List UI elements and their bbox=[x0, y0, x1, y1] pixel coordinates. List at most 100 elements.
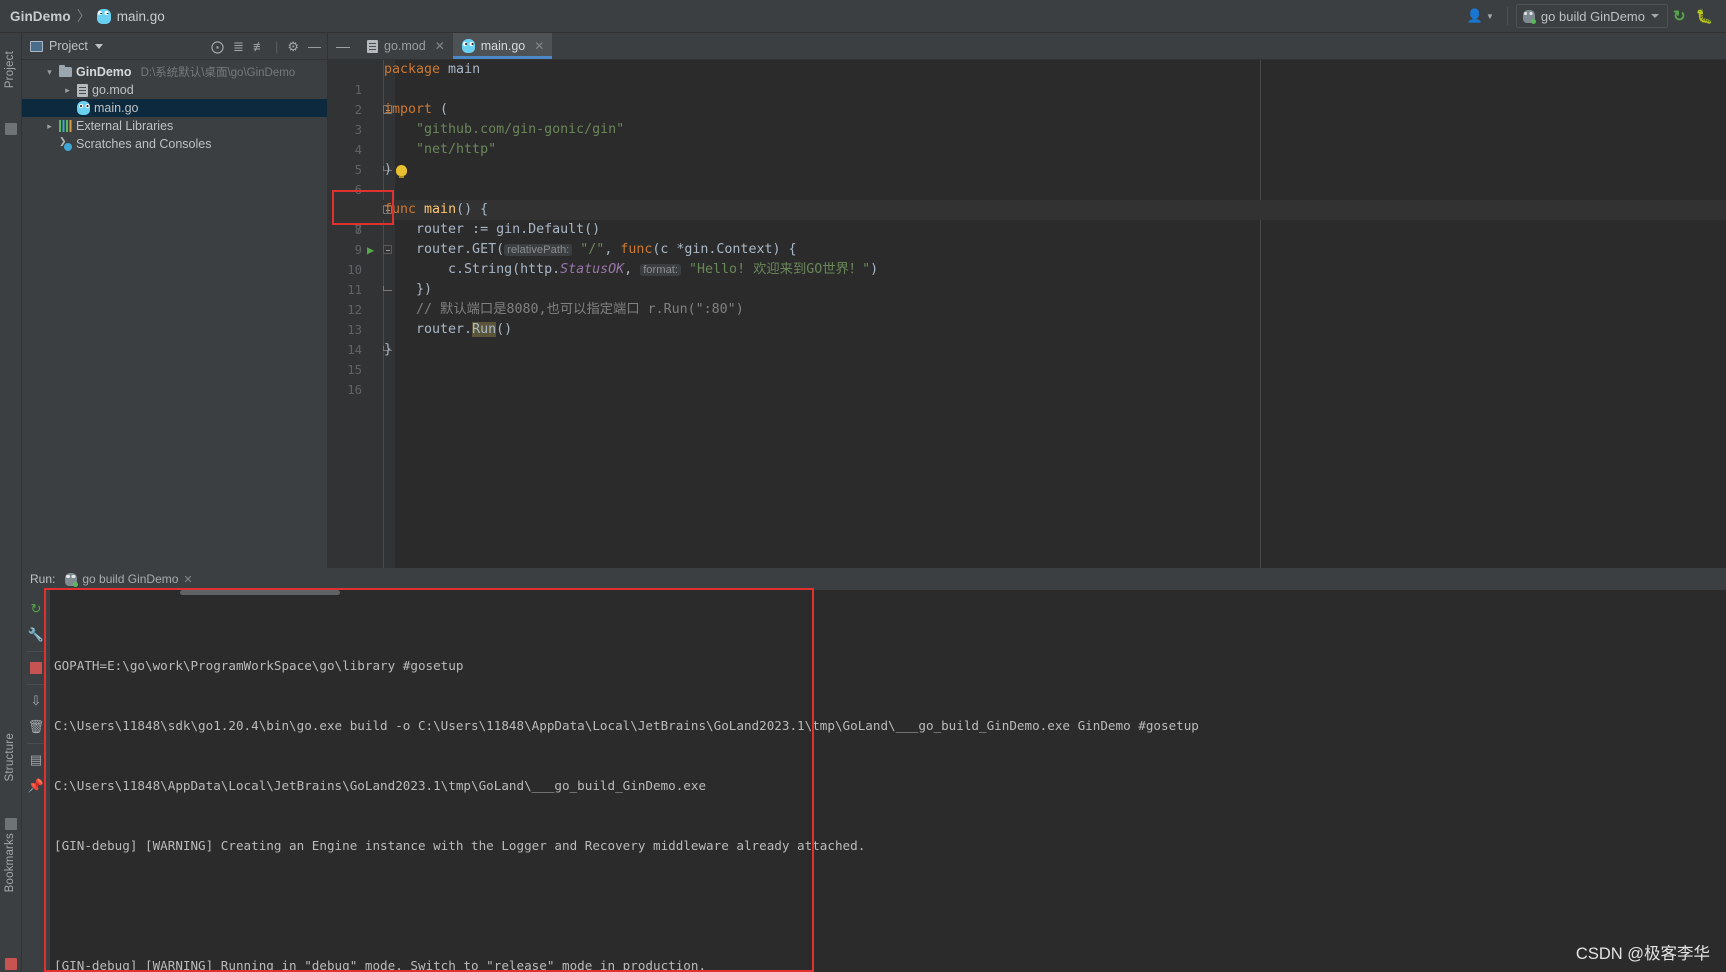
close-icon[interactable]: ✕ bbox=[534, 39, 544, 53]
annotation-box-run-marker bbox=[332, 190, 394, 225]
gopher-icon bbox=[96, 8, 111, 24]
rerun-icon[interactable]: ↻ bbox=[1668, 4, 1691, 28]
trash-icon[interactable]: 🗑 bbox=[23, 714, 49, 740]
code-line: 3 import ( bbox=[328, 100, 1726, 137]
console-line: C:\Users\11848\AppData\Local\JetBrains\G… bbox=[54, 778, 707, 793]
go-mod-icon bbox=[367, 39, 378, 53]
stop-icon[interactable] bbox=[23, 655, 49, 681]
code-lines: 1 package main 2 3 import ( 4 "github.co… bbox=[328, 60, 1726, 568]
user-account-icon[interactable]: 👤 ▼ bbox=[1462, 4, 1499, 28]
run-config-label: go build GinDemo bbox=[1540, 8, 1645, 24]
code-line: 8 ▶ func main() { bbox=[328, 200, 1726, 257]
divider bbox=[1506, 7, 1508, 25]
chevron-right-icon[interactable] bbox=[44, 121, 55, 132]
code-line: 12 }) bbox=[328, 280, 1726, 317]
tree-item-go-mod[interactable]: go.mod bbox=[22, 81, 327, 99]
folder-icon bbox=[59, 64, 72, 77]
tree-item-main-go[interactable]: main.go bbox=[22, 99, 327, 117]
line-content: "github.com/gin-gonic/gin" bbox=[384, 122, 625, 137]
gopher-run-icon bbox=[65, 572, 79, 587]
code-line: 9 router := gin.Default() bbox=[328, 220, 1726, 257]
gopher-icon bbox=[77, 101, 90, 115]
collapse-all-icon[interactable]: ≢ bbox=[253, 40, 266, 53]
line-content: func main() { bbox=[384, 202, 489, 217]
code-line: 15 } bbox=[328, 340, 1726, 377]
console-output[interactable]: GOPATH=E:\go\work\ProgramWorkSpace\go\li… bbox=[50, 590, 1726, 972]
breadcrumb-file[interactable]: main.go bbox=[117, 9, 165, 24]
editor-tab-bar: — go.mod ✕ main.go ✕ bbox=[328, 33, 1726, 60]
tree-item-label: go.mod bbox=[92, 83, 134, 97]
scroll-to-end-icon[interactable]: ⇩ bbox=[23, 688, 49, 714]
run-panel-header: Run: go build GinDemo ✕ bbox=[22, 568, 1726, 590]
gopher-icon bbox=[461, 39, 475, 53]
project-icon bbox=[30, 40, 43, 52]
close-icon[interactable]: ✕ bbox=[183, 573, 192, 586]
bookmark-icon[interactable] bbox=[5, 958, 17, 970]
watermark: CSDN @极客李华 bbox=[1575, 945, 1710, 963]
project-panel-actions: ⨀ ≣ ≢ | ⚙ — bbox=[211, 38, 321, 54]
layout-icon[interactable]: ▤ bbox=[23, 747, 49, 773]
chevron-right-icon[interactable] bbox=[62, 85, 73, 96]
settings-gear-icon[interactable]: ⚙ bbox=[287, 40, 299, 53]
line-content: ) bbox=[384, 162, 393, 177]
tab-main-go[interactable]: main.go ✕ bbox=[452, 33, 553, 59]
libraries-icon bbox=[59, 120, 72, 132]
debug-icon[interactable]: 🐛 bbox=[1691, 4, 1718, 28]
scratches-icon bbox=[59, 136, 72, 151]
line-content: "net/http" bbox=[384, 142, 497, 157]
left-tool-rail: Project Structure Bookmarks bbox=[0, 33, 22, 972]
console-horizontal-scrollbar[interactable] bbox=[180, 590, 340, 595]
tree-item-label: Scratches and Consoles bbox=[76, 137, 212, 151]
project-panel-title[interactable]: Project bbox=[49, 39, 88, 53]
console-line: [GIN-debug] [WARNING] Creating an Engine… bbox=[54, 838, 866, 853]
intention-bulb-icon[interactable] bbox=[396, 165, 407, 178]
structure-icon[interactable] bbox=[5, 818, 17, 830]
locate-icon[interactable]: ⨀ bbox=[211, 40, 224, 53]
tree-item-external-libraries[interactable]: External Libraries bbox=[22, 117, 327, 135]
rerun-icon[interactable]: ↻ bbox=[23, 596, 49, 622]
project-files-icon[interactable] bbox=[5, 123, 17, 135]
divider bbox=[27, 684, 45, 685]
line-number: 16 bbox=[347, 383, 362, 397]
code-line: 11 c.String(http.StatusOK, format: "Hell… bbox=[328, 260, 1726, 297]
divider bbox=[27, 743, 45, 744]
line-content: } bbox=[384, 342, 393, 357]
code-line: 13 // 默认端口是8080,也可以指定端口 r.Run(":80") bbox=[328, 300, 1726, 337]
pin-icon[interactable]: 📌 bbox=[23, 773, 49, 799]
hide-editor-icon[interactable]: — bbox=[336, 39, 350, 53]
run-tab-go-build-gindemo[interactable]: go build GinDemo ✕ bbox=[65, 572, 193, 587]
console-line: GOPATH=E:\go\work\ProgramWorkSpace\go\li… bbox=[54, 658, 464, 673]
line-content: // 默认端口是8080,也可以指定端口 r.Run(":80") bbox=[384, 302, 744, 317]
tree-item-gindemo[interactable]: GinDemo D:\系统默认\桌面\go\GinDemo bbox=[22, 63, 327, 81]
expand-all-icon[interactable]: ≣ bbox=[233, 40, 244, 53]
code-line: 16 bbox=[328, 360, 1726, 397]
run-config-gopher-icon bbox=[1522, 9, 1536, 24]
param-hint-relative-path: relativePath: bbox=[504, 244, 573, 256]
project-tool-window: Project ⨀ ≣ ≢ | ⚙ — GinDemo D:\系统默认\桌面\g… bbox=[22, 33, 328, 568]
code-line: 7 bbox=[328, 180, 1726, 237]
chevron-down-icon[interactable] bbox=[44, 67, 55, 78]
editor-area: — go.mod ✕ main.go ✕ 1 package main 2 3 … bbox=[328, 33, 1726, 568]
run-panel-label: Run: bbox=[30, 572, 56, 586]
code-line: 10 router.GET(relativePath: "/", func(c … bbox=[328, 240, 1726, 277]
breadcrumb-project[interactable]: GinDemo bbox=[10, 9, 71, 24]
hide-icon[interactable]: — bbox=[308, 40, 321, 53]
tree-item-label: External Libraries bbox=[76, 119, 174, 133]
tree-item-scratches[interactable]: Scratches and Consoles bbox=[22, 135, 327, 153]
line-content: }) bbox=[384, 282, 433, 297]
chevron-down-icon[interactable] bbox=[94, 43, 103, 49]
tab-go-mod[interactable]: go.mod ✕ bbox=[358, 33, 453, 59]
code-line: 2 bbox=[328, 80, 1726, 117]
run-configuration-selector[interactable]: go build GinDemo bbox=[1515, 4, 1668, 28]
wrench-icon[interactable]: 🔧 bbox=[23, 622, 49, 648]
code-line: 14 router.Run() bbox=[328, 320, 1726, 357]
tab-label: go.mod bbox=[384, 39, 426, 53]
rail-button-bookmarks[interactable]: Bookmarks bbox=[4, 833, 16, 892]
code-editor[interactable]: 1 package main 2 3 import ( 4 "github.co… bbox=[328, 60, 1726, 568]
close-icon[interactable]: ✕ bbox=[435, 39, 445, 53]
line-content: router.GET(relativePath: "/", func(c *gi… bbox=[384, 242, 797, 257]
rail-button-structure[interactable]: Structure bbox=[4, 733, 16, 781]
run-tool-window: Run: go build GinDemo ✕ ↻ 🔧 ⇩ 🗑 ▤ 📌 GOPA… bbox=[22, 568, 1726, 972]
rail-button-project[interactable]: Project bbox=[4, 51, 16, 88]
